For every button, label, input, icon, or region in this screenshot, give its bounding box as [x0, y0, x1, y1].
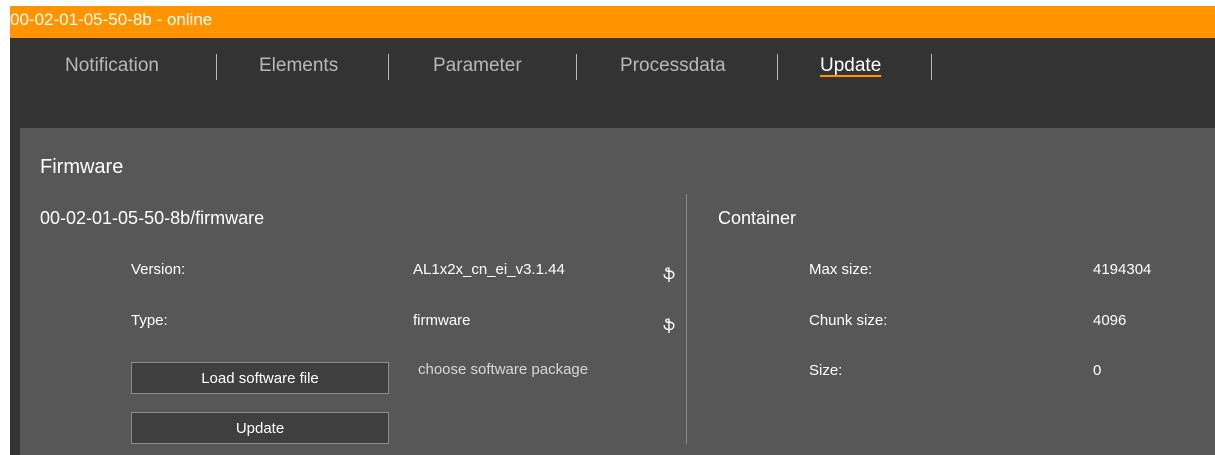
size-value: 0 — [1093, 362, 1102, 379]
load-software-hint: choose software package — [418, 361, 589, 378]
max-size-value: 4194304 — [1093, 261, 1152, 278]
app-frame: 00-02-01-05-50-8b - online Notification … — [10, 6, 1215, 455]
version-value: AL1x2x_cn_ei_v3.1.44 — [413, 261, 565, 278]
version-label: Version: — [131, 261, 186, 278]
tab-notification[interactable]: Notification — [65, 54, 159, 78]
type-value: firmware — [413, 312, 471, 329]
tab-separator — [576, 54, 577, 80]
refresh-icon[interactable]: ֆ — [663, 265, 675, 283]
container-title: Container — [718, 208, 797, 228]
tab-update[interactable]: Update — [820, 54, 881, 78]
refresh-icon[interactable]: ֆ — [663, 316, 675, 334]
tab-processdata[interactable]: Processdata — [620, 54, 726, 78]
update-button[interactable]: Update — [131, 412, 389, 444]
update-panel: Firmware 00-02-01-05-50-8b/firmware Vers… — [20, 128, 1215, 455]
tab-bar: Notification Elements Parameter Processd… — [10, 38, 1215, 96]
firmware-device-path: 00-02-01-05-50-8b/firmware — [40, 208, 265, 228]
chunk-size-label: Chunk size: — [809, 312, 888, 329]
section-title-firmware: Firmware — [40, 156, 124, 178]
tab-separator — [777, 54, 778, 80]
tab-separator — [931, 54, 932, 80]
load-software-file-button[interactable]: Load software file — [131, 362, 389, 394]
tab-parameter[interactable]: Parameter — [433, 54, 522, 78]
tab-elements[interactable]: Elements — [259, 54, 338, 78]
type-label: Type: — [131, 312, 168, 329]
tab-separator — [216, 54, 217, 80]
size-label: Size: — [809, 362, 843, 379]
window-title: 00-02-01-05-50-8b - online — [10, 6, 1215, 38]
tab-separator — [388, 54, 389, 80]
chunk-size-value: 4096 — [1093, 312, 1127, 329]
max-size-label: Max size: — [809, 261, 873, 278]
column-divider — [686, 194, 687, 444]
